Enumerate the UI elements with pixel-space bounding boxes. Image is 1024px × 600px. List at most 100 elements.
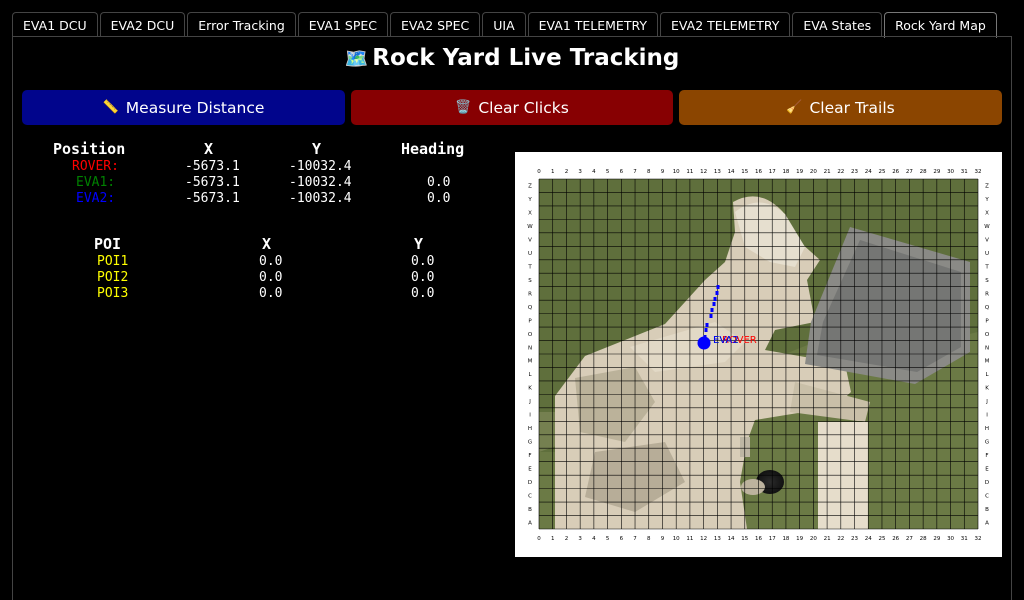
- grid-row-label-left: S: [528, 278, 532, 284]
- position-y-header: Y: [312, 140, 322, 158]
- grid-column-label-top: 8: [647, 169, 651, 175]
- grid-column-label-bottom: 23: [851, 536, 858, 542]
- poi1-y-value: 0.0: [411, 254, 435, 269]
- grid-row-label-right: B: [985, 507, 989, 513]
- eva1-label: EVA1:: [76, 175, 116, 190]
- grid-column-label-top: 17: [769, 169, 776, 175]
- grid-column-label-bottom: 0: [537, 536, 541, 542]
- grid-column-label-top: 18: [782, 169, 789, 175]
- grid-row-label-right: O: [985, 332, 990, 338]
- clear-trails-button[interactable]: 🧹 Clear Trails: [679, 90, 1002, 125]
- tab-eva2-telemetry[interactable]: EVA2 TELEMETRY: [660, 12, 791, 37]
- grid-column-label-bottom: 14: [728, 536, 735, 542]
- grid-column-label-bottom: 6: [620, 536, 624, 542]
- grid-column-label-bottom: 19: [796, 536, 803, 542]
- grid-row-label-left: T: [527, 265, 532, 271]
- grid-row-label-left: X: [528, 211, 532, 217]
- rover-label: ROVER:: [72, 159, 119, 174]
- grid-row-label-left: Z: [528, 184, 532, 190]
- poi2-y-value: 0.0: [411, 270, 435, 285]
- grid-row-label-right: M: [985, 359, 990, 365]
- eva2-marker: [697, 336, 711, 350]
- grid-column-label-top: 9: [661, 169, 665, 175]
- clear-clicks-label: Clear Clicks: [478, 98, 569, 117]
- tab-bar: EVA1 DCU EVA2 DCU Error Tracking EVA1 SP…: [12, 12, 999, 38]
- grid-row-label-left: K: [528, 386, 532, 392]
- clear-clicks-button[interactable]: 🗑️ Clear Clicks: [351, 90, 673, 125]
- grid-column-label-top: 7: [633, 169, 637, 175]
- trail-point: [716, 285, 720, 289]
- trail-point: [705, 323, 709, 327]
- tab-eva1-dcu[interactable]: EVA1 DCU: [12, 12, 98, 37]
- grid-column-label-bottom: 1: [551, 536, 555, 542]
- rock-yard-map[interactable]: 0 0 1 1 2 2 3 3 4 4 5 5 6 6 7 7 8 8 9 9 10 10 11 11 12 12 13 13 14 14…: [515, 152, 1002, 557]
- grid-column-label-bottom: 2: [565, 536, 569, 542]
- trail-point: [709, 314, 713, 318]
- tab-eva1-telemetry[interactable]: EVA1 TELEMETRY: [527, 12, 658, 37]
- trail-point: [713, 297, 717, 301]
- grid-column-label-bottom: 18: [782, 536, 789, 542]
- grid-column-label-bottom: 8: [647, 536, 651, 542]
- grid-column-label-top: 1: [551, 169, 555, 175]
- grid-column-label-bottom: 9: [661, 536, 665, 542]
- grid-row-label-left: N: [528, 345, 532, 351]
- grid-column-label-bottom: 5: [606, 536, 610, 542]
- grid-row-label-right: V: [985, 238, 989, 244]
- grid-column-label-top: 2: [565, 169, 569, 175]
- tab-uia[interactable]: UIA: [482, 12, 526, 37]
- grid-column-label-top: 12: [700, 169, 707, 175]
- grid-row-label-left: G: [528, 440, 532, 446]
- grid-row-label-right: X: [985, 211, 989, 217]
- tab-eva1-spec[interactable]: EVA1 SPEC: [297, 12, 388, 37]
- grid-row-label-left: P: [528, 318, 532, 324]
- grid-column-label-bottom: 7: [633, 536, 637, 542]
- grid-row-label-right: C: [985, 493, 989, 499]
- grid-column-label-bottom: 24: [865, 536, 872, 542]
- grid-row-label-left: R: [528, 291, 532, 297]
- broom-icon: 🧹: [786, 100, 803, 115]
- grid-row-label-left: M: [528, 359, 533, 365]
- tab-rock-yard-map[interactable]: Rock Yard Map: [884, 12, 997, 38]
- grid-row-label-right: K: [985, 386, 989, 392]
- poi1-label: POI1: [97, 254, 129, 269]
- grid-column-label-top: 19: [796, 169, 803, 175]
- rover-x-value: -5673.1: [185, 159, 240, 174]
- trail-point: [704, 328, 708, 332]
- grid-column-label-top: 15: [741, 169, 748, 175]
- grid-column-label-top: 26: [892, 169, 899, 175]
- grid-column-label-top: 16: [755, 169, 762, 175]
- grid-column-label-top: 25: [878, 169, 885, 175]
- measure-distance-button[interactable]: 📏 Measure Distance: [22, 90, 345, 125]
- page-title: 🗺️ Rock Yard Live Tracking: [0, 45, 1024, 71]
- eva1-y-value: -10032.4: [289, 175, 352, 190]
- clear-trails-label: Clear Trails: [809, 98, 895, 117]
- grid-row-label-right: R: [985, 291, 989, 297]
- tab-eva-states[interactable]: EVA States: [792, 12, 883, 37]
- grid-row-label-right: Z: [985, 184, 989, 190]
- grid-column-label-top: 3: [578, 169, 582, 175]
- grid-column-label-top: 14: [728, 169, 735, 175]
- grid-row-label-left: I: [529, 413, 531, 419]
- poi-x-header: X: [262, 235, 272, 253]
- grid-row-label-left: V: [528, 238, 532, 244]
- grid-row-label-right: W: [984, 224, 990, 230]
- grid-row-label-right: I: [986, 413, 988, 419]
- grid-row-label-right: T: [984, 265, 989, 271]
- grid-column-label-top: 30: [947, 169, 954, 175]
- grid-column-label-top: 29: [933, 169, 940, 175]
- tab-error-tracking[interactable]: Error Tracking: [187, 12, 296, 37]
- grid-column-label-bottom: 25: [878, 536, 885, 542]
- position-x-header: X: [204, 140, 214, 158]
- tab-eva2-dcu[interactable]: EVA2 DCU: [99, 12, 186, 37]
- grid-column-label-bottom: 15: [741, 536, 748, 542]
- grid-column-label-bottom: 30: [947, 536, 954, 542]
- grid-column-label-bottom: 13: [714, 536, 721, 542]
- grid-column-label-top: 0: [537, 169, 541, 175]
- rock-yard-map-canvas[interactable]: 0011223344556677889910101111121213131414…: [515, 152, 1002, 557]
- grid-column-label-top: 32: [975, 169, 982, 175]
- grid-column-label-bottom: 27: [906, 536, 913, 542]
- grid-row-label-left: E: [528, 466, 532, 472]
- grid-row-label-left: W: [527, 224, 533, 230]
- grid-row-label-left: F: [528, 453, 531, 459]
- tab-eva2-spec[interactable]: EVA2 SPEC: [390, 12, 481, 37]
